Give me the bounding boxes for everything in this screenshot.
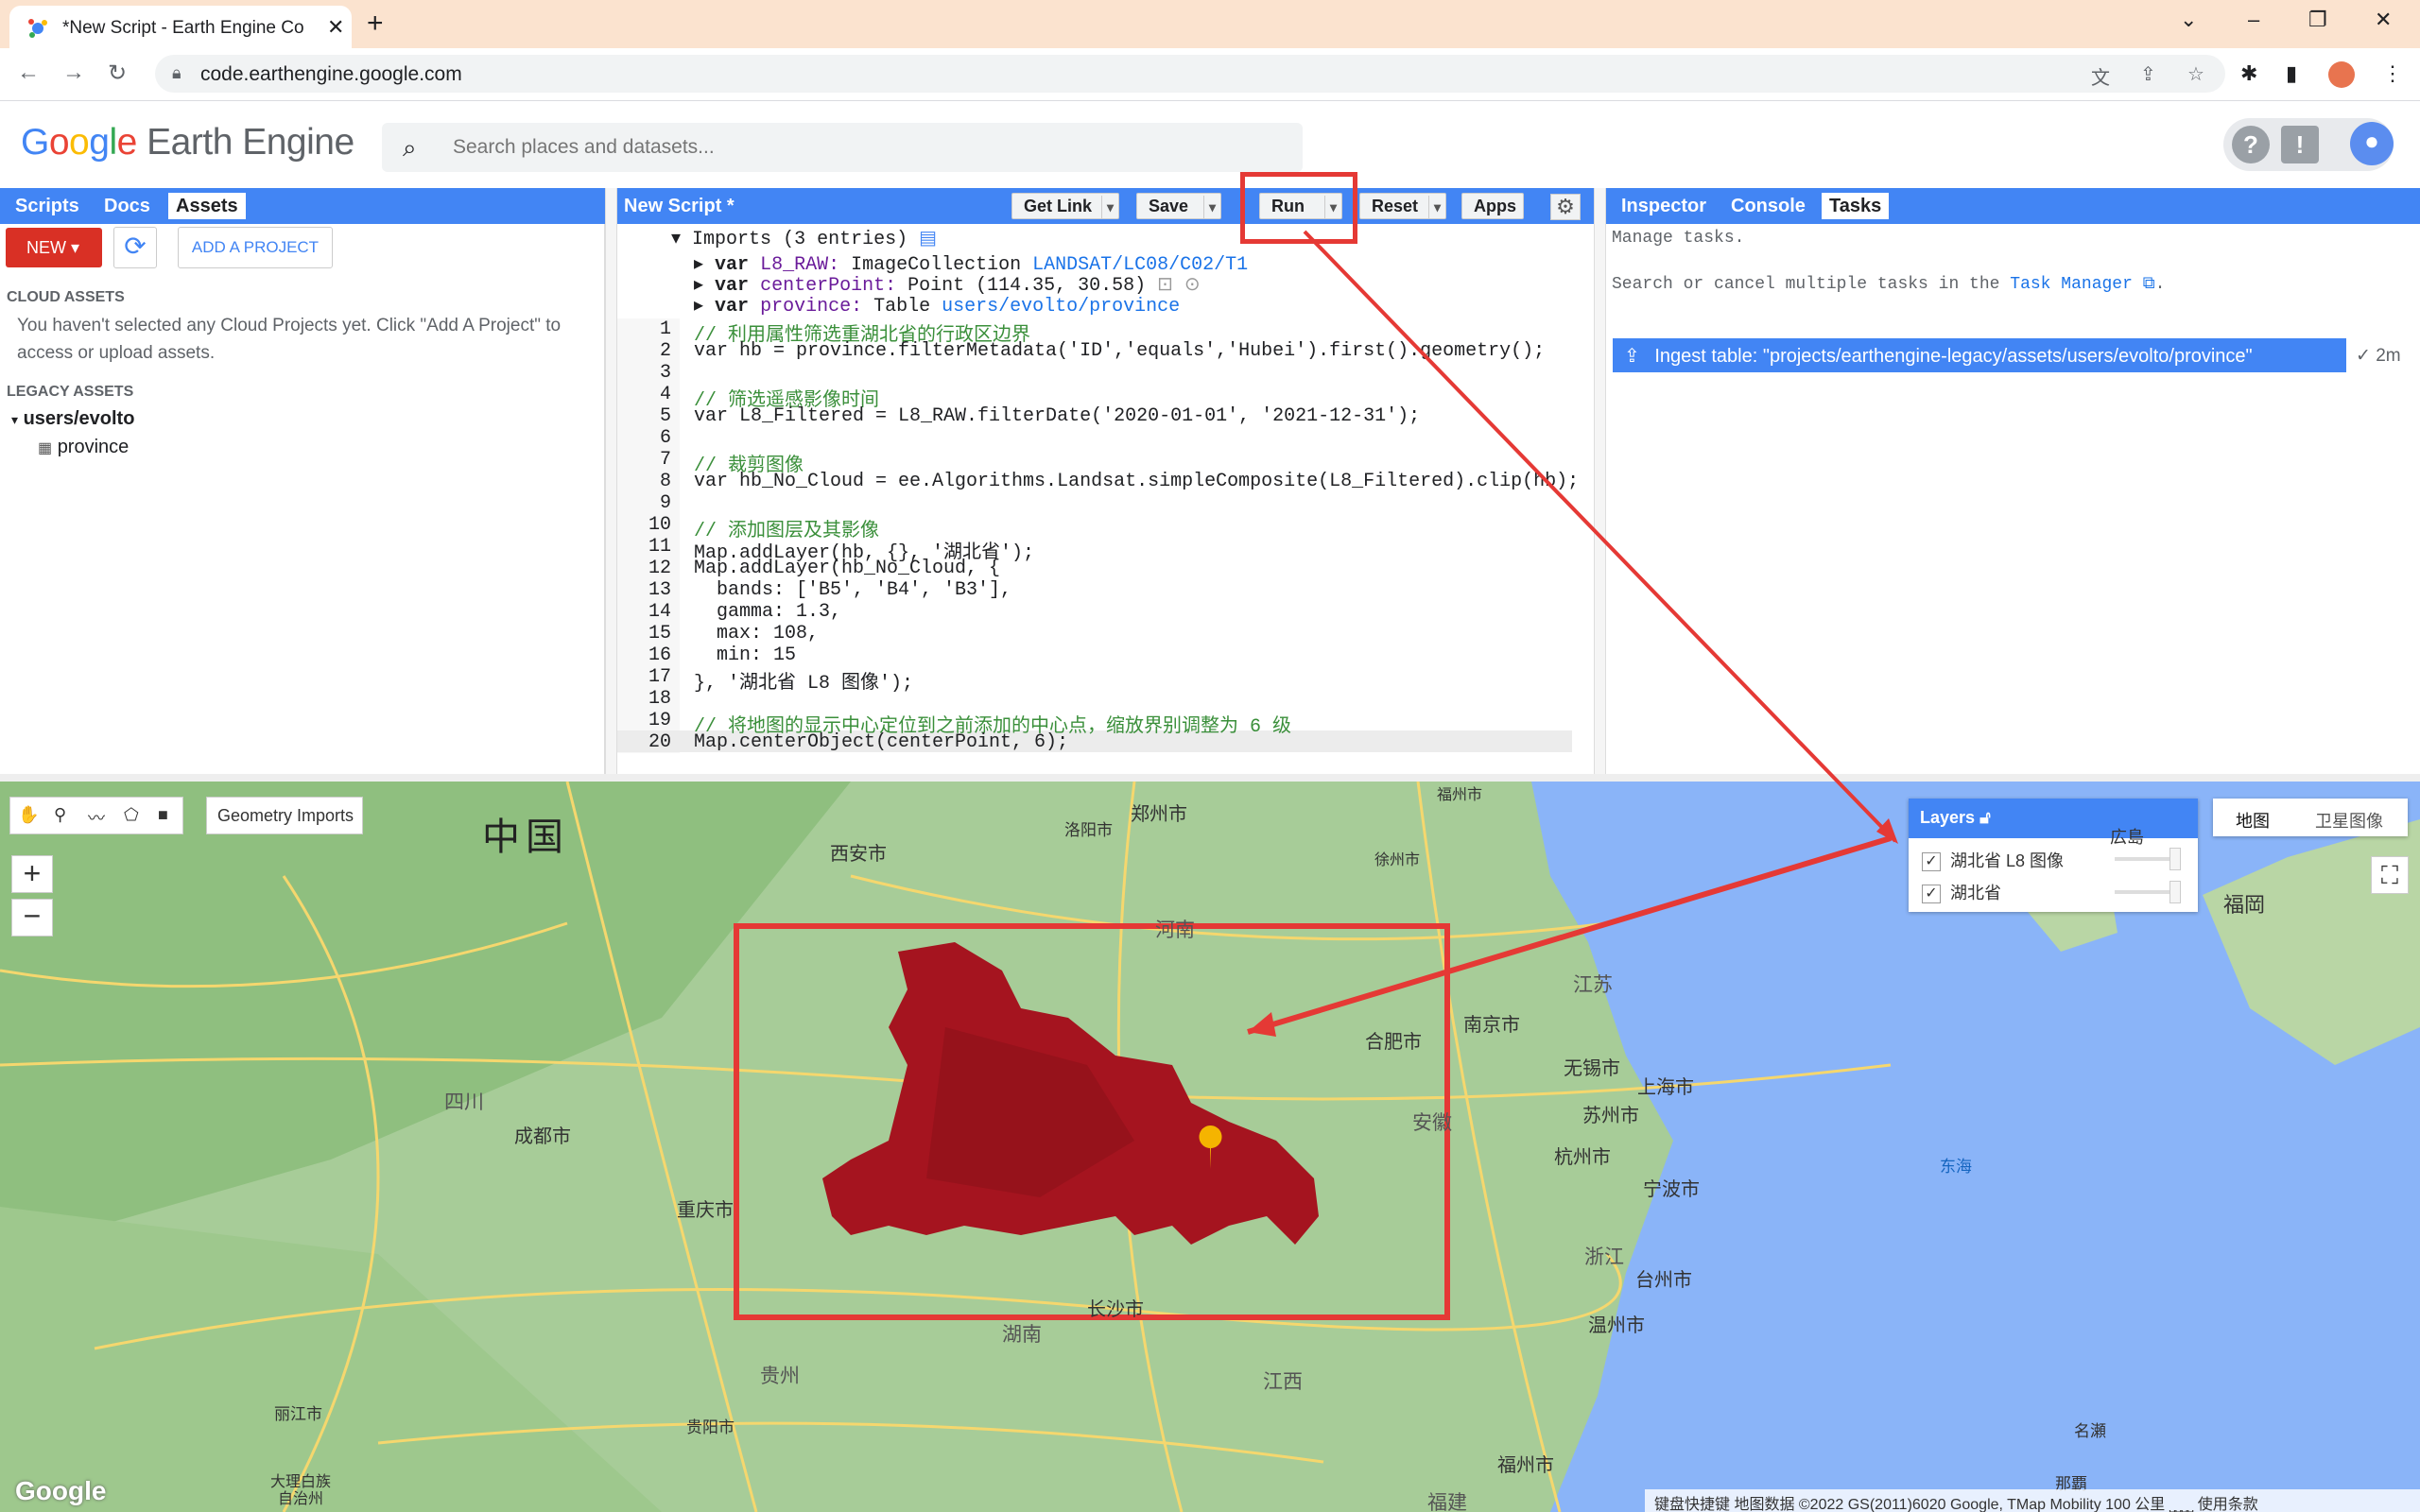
map-label: 湖南 (1002, 1324, 1042, 1346)
fullscreen-icon[interactable]: ⛶ (2371, 856, 2409, 894)
map-label: 徐州市 (1374, 852, 1421, 868)
map-label: 福建 (1427, 1492, 1467, 1512)
polygon-icon[interactable]: ⬠ (124, 805, 139, 825)
map-label: 安徽 (1412, 1112, 1452, 1134)
geometry-imports-button[interactable]: Geometry Imports (206, 797, 363, 834)
map-label: 成都市 (514, 1126, 571, 1147)
map-label: 四川 (444, 1091, 484, 1113)
map-label: 长沙市 (1087, 1299, 1144, 1320)
layers-header[interactable]: Layers 🔓︎ (1909, 799, 2198, 838)
layer-opacity-slider[interactable] (2115, 848, 2181, 870)
map-label: 福岡 (2223, 893, 2266, 917)
map-label: 名瀬 (2074, 1422, 2106, 1440)
map-label: 台州市 (1635, 1270, 1692, 1291)
map-label: 苏州市 (1582, 1106, 1639, 1126)
map-label: 中国 (482, 816, 569, 858)
map-label: 东海 (1940, 1158, 1972, 1176)
map-type-satellite[interactable]: 卫星图像 (2315, 808, 2383, 833)
map-label: 无锡市 (1564, 1058, 1620, 1079)
map-label: 合肥市 (1365, 1032, 1422, 1053)
zoom-in-icon[interactable]: + (11, 855, 53, 893)
map-label: 江苏 (1573, 974, 1613, 996)
map-label: 洛阳市 (1064, 821, 1113, 839)
map-label: 贵州 (760, 1366, 800, 1387)
line-icon[interactable]: 〰 (88, 805, 105, 830)
map-label: 江西 (1263, 1371, 1303, 1393)
map-attribution[interactable]: 键盘快捷键 地图数据 ©2022 GS(2011)6020 Google, TM… (1645, 1489, 2420, 1512)
layer-checkbox[interactable]: ✓ (1922, 852, 1941, 872)
map-label: 南京市 (1463, 1015, 1520, 1036)
map-label: 福州市 (1497, 1455, 1554, 1476)
map-label: 贵阳市 (686, 1418, 735, 1436)
layer-checkbox[interactable]: ✓ (1922, 885, 1941, 904)
map-label: 福州市 (1437, 787, 1483, 803)
zoom-out-icon[interactable]: − (11, 899, 53, 936)
map-label: 河南 (1155, 919, 1195, 941)
map-label: 温州市 (1588, 1315, 1645, 1336)
google-map-logo: Google (15, 1476, 107, 1505)
map-type-switch: 地图 卫星图像 (2213, 799, 2408, 836)
map-label: 西安市 (830, 844, 887, 865)
map-label: 杭州市 (1554, 1147, 1611, 1168)
map-label: 郑州市 (1131, 804, 1187, 825)
map-label: 丽江市 (274, 1405, 322, 1423)
hand-icon[interactable]: ✋ (18, 805, 39, 825)
lock-icon: 🔓︎ (1979, 808, 1991, 827)
layer-item-l8[interactable]: ✓ 湖北省 L8 图像 (1922, 848, 2064, 872)
marker-icon[interactable]: ⚲ (54, 805, 66, 825)
map-label: 広島 (2110, 828, 2144, 847)
map-label: 大理白族自治州 (270, 1474, 332, 1507)
layer-item-hubei[interactable]: ✓ 湖北省 (1922, 880, 2001, 904)
hubei-annotation-box (734, 923, 1450, 1320)
map-type-map[interactable]: 地图 (2236, 808, 2270, 833)
map-label: 重庆市 (677, 1200, 734, 1221)
map-label: 浙江 (1584, 1246, 1624, 1268)
rectangle-icon[interactable]: ■ (158, 805, 168, 825)
map-label: 上海市 (1637, 1077, 1694, 1098)
drawing-tools: ✋ ⚲ 〰 ⬠ ■ (9, 797, 183, 834)
layers-panel: Layers 🔓︎ ✓ 湖北省 L8 图像 ✓ 湖北省 (1909, 799, 2198, 912)
map-label: 宁波市 (1643, 1179, 1700, 1200)
layer-opacity-slider[interactable] (2115, 881, 2181, 903)
